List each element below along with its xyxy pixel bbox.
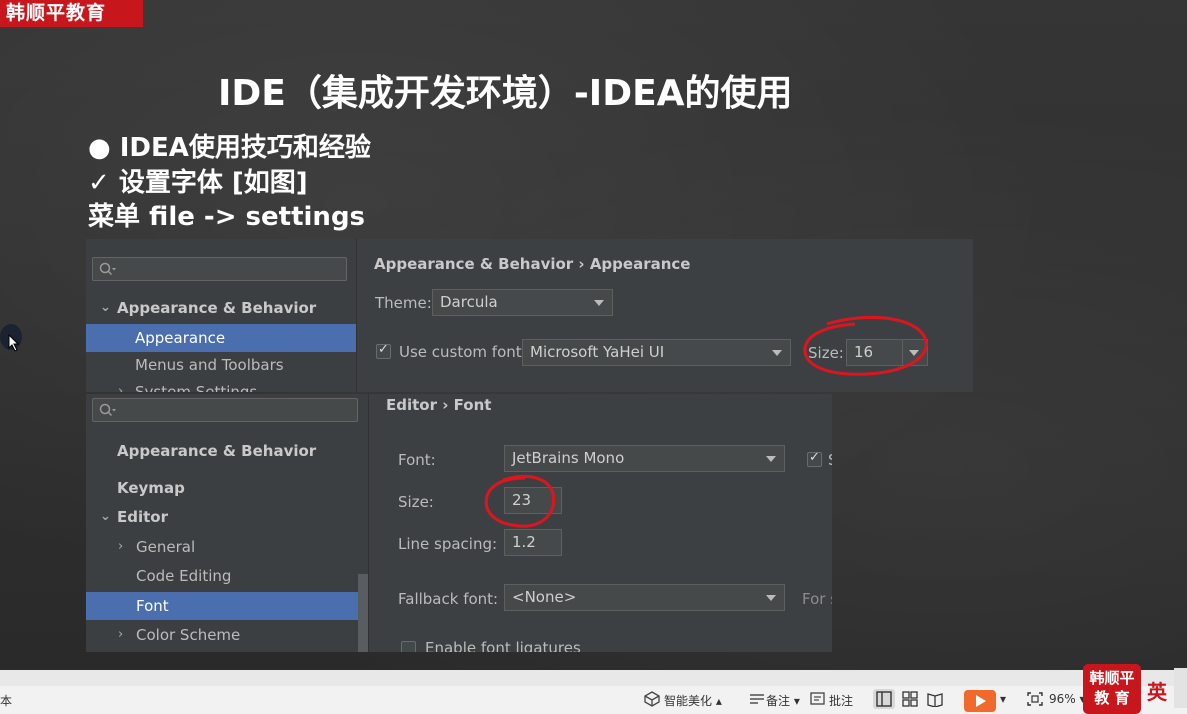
- size-label: Size:: [808, 344, 844, 362]
- font-label: Font:: [398, 451, 436, 469]
- font-select[interactable]: JetBrains Mono: [504, 445, 785, 472]
- tree-group-appearance-behavior[interactable]: ⌄ Appearance & Behavior: [86, 294, 356, 322]
- chevron-down-icon: [772, 350, 782, 356]
- chevron-right-icon: ›: [118, 627, 124, 642]
- line-spacing-label: Line spacing:: [398, 535, 498, 553]
- custom-font-select[interactable]: Microsoft YaHei UI: [522, 339, 791, 366]
- comments-icon: [810, 692, 825, 705]
- ime-language-indicator[interactable]: 英: [1147, 676, 1167, 705]
- fallback-font-label: Fallback font:: [398, 590, 499, 608]
- ligatures-checkbox[interactable]: [401, 641, 416, 652]
- settings-content-font: Editor › Font Font: JetBrains Mono ✓ S S…: [368, 394, 832, 652]
- chevron-down-icon: [766, 456, 776, 462]
- theme-select[interactable]: Darcula: [432, 289, 613, 316]
- bullet-tips: ● IDEA使用技巧和经验: [88, 133, 371, 163]
- custom-font-label: Use custom font:: [399, 343, 527, 361]
- chevron-down-icon: [766, 595, 776, 601]
- slide-title: IDE（集成开发环境）-IDEA的使用: [218, 73, 793, 114]
- grid-view-icon[interactable]: [901, 691, 919, 707]
- font-size-combo[interactable]: 16: [846, 339, 928, 366]
- tree-item-general[interactable]: › General: [86, 533, 368, 561]
- settings-search-input[interactable]: [92, 398, 358, 422]
- settings-content-appearance: Appearance & Behavior › Appearance Theme…: [356, 239, 973, 392]
- tree-item-font[interactable]: Font: [86, 592, 368, 620]
- tree-item-menus-toolbars[interactable]: Menus and Toolbars: [86, 351, 356, 379]
- reading-view-icon[interactable]: [926, 691, 944, 707]
- ligatures-label: Enable font ligatures: [425, 639, 581, 652]
- fallback-hint: For s: [802, 590, 832, 608]
- chevron-down-icon: [909, 350, 919, 356]
- show-only-monospaced-checkbox[interactable]: ✓: [807, 450, 822, 467]
- tree-group-keymap[interactable]: Keymap: [86, 474, 368, 502]
- bullet-menu-path: 菜单 file -> settings: [88, 202, 366, 232]
- settings-tree: Appearance & Behavior Keymap ⌄ Editor › …: [86, 394, 368, 652]
- tree-item-code-editing[interactable]: Code Editing: [86, 562, 368, 590]
- fit-window-icon[interactable]: [1026, 691, 1044, 707]
- fallback-font-select[interactable]: <None>: [504, 584, 785, 611]
- font-size-input[interactable]: 23: [504, 487, 562, 514]
- line-spacing-input[interactable]: 1.2: [504, 529, 562, 556]
- slide-canvas: 韩顺平教育 IDE（集成开发环境）-IDEA的使用 ● IDEA使用技巧和经验 …: [0, 0, 1187, 670]
- tree-group-appearance-behavior[interactable]: Appearance & Behavior: [86, 437, 368, 465]
- chevron-down-icon: [594, 300, 604, 306]
- breadcrumb: Editor › Font: [386, 396, 492, 414]
- tree-group-editor[interactable]: ⌄ Editor: [86, 503, 368, 531]
- status-left-text: 本: [0, 694, 13, 708]
- settings-search-input[interactable]: [92, 257, 347, 281]
- search-icon: [99, 262, 116, 276]
- normal-view-icon[interactable]: [873, 689, 895, 709]
- size-label: Size:: [398, 493, 434, 511]
- smart-beautify-icon: [644, 691, 660, 707]
- chevron-right-icon: ›: [118, 539, 124, 554]
- check-icon: ✓: [378, 342, 389, 357]
- notes-button[interactable]: 备注 ▾: [766, 692, 800, 709]
- custom-font-checkbox[interactable]: ✓: [376, 342, 391, 359]
- breadcrumb: Appearance & Behavior › Appearance: [374, 255, 691, 273]
- monospaced-label-partial: S: [828, 451, 832, 469]
- bullet-set-font: ✓ 设置字体 [如图]: [88, 168, 308, 198]
- brand-logo-corner: 韩顺平 教 育: [1083, 664, 1141, 714]
- search-icon: [99, 403, 116, 417]
- play-options-chevron[interactable]: ▾: [1000, 692, 1006, 706]
- chevron-down-icon: ⌄: [100, 509, 111, 524]
- tree-item-system-settings[interactable]: › System Settings: [86, 378, 356, 392]
- notes-icon: [750, 694, 764, 704]
- chevron-down-icon: ⌄: [100, 300, 111, 315]
- comments-button[interactable]: 批注: [829, 692, 853, 709]
- settings-dialog-editor-font: Appearance & Behavior Keymap ⌄ Editor › …: [86, 394, 832, 652]
- settings-dialog-appearance: ⌄ Appearance & Behavior Appearance Menus…: [86, 239, 973, 392]
- chevron-right-icon: ›: [118, 384, 124, 392]
- status-divider: [0, 670, 1187, 686]
- settings-tree: ⌄ Appearance & Behavior Appearance Menus…: [86, 239, 356, 392]
- play-slideshow-button[interactable]: [964, 690, 996, 712]
- theme-label: Theme:: [375, 294, 432, 312]
- zoom-level[interactable]: 96% ▾: [1049, 692, 1086, 706]
- ime-panel-edge: [1174, 668, 1187, 708]
- app-status-bar: 本 智能美化 ▴ 备注 ▾ 批注 ▾ 96% ▾: [0, 686, 1187, 714]
- check-icon: ✓: [809, 450, 820, 465]
- smart-beautify-button[interactable]: 智能美化 ▴: [664, 692, 722, 709]
- tree-scrollbar[interactable]: [358, 574, 368, 652]
- tree-item-color-scheme[interactable]: › Color Scheme: [86, 621, 368, 649]
- tree-item-appearance[interactable]: Appearance: [86, 324, 356, 352]
- mouse-pointer-icon: [8, 334, 20, 352]
- brand-logo: 韩顺平教育: [0, 0, 143, 27]
